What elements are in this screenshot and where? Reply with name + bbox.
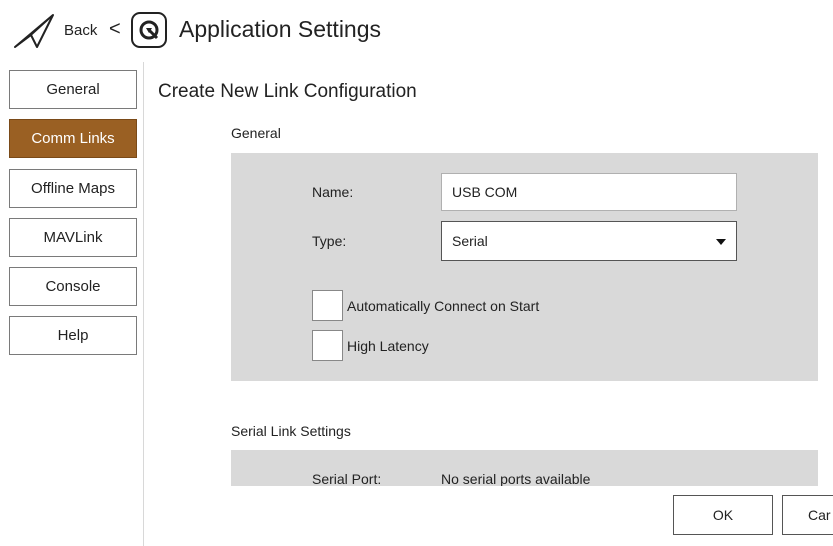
sidebar: General Comm Links Offline Maps MAVLink …: [0, 62, 144, 546]
sidebar-item-mavlink[interactable]: MAVLink: [9, 218, 137, 257]
general-settings-panel: Name: Type: Serial Automatically Connect…: [231, 153, 818, 381]
type-select-value: Serial: [452, 233, 488, 249]
paper-plane-icon[interactable]: [13, 13, 55, 49]
back-chevron-icon[interactable]: <: [109, 18, 121, 41]
type-select[interactable]: Serial: [441, 221, 737, 261]
serial-port-value: No serial ports available: [441, 471, 591, 486]
header-bar: Back < Application Settings: [0, 0, 833, 62]
sidebar-item-comm-links[interactable]: Comm Links: [9, 119, 137, 158]
serial-section-label: Serial Link Settings: [231, 423, 351, 439]
page-title: Create New Link Configuration: [158, 81, 417, 102]
qgc-logo-icon: [131, 12, 167, 48]
back-button[interactable]: Back: [64, 22, 97, 39]
general-section-label: General: [231, 125, 281, 141]
auto-connect-checkbox[interactable]: [312, 290, 343, 321]
auto-connect-label[interactable]: Automatically Connect on Start: [347, 298, 539, 314]
sidebar-item-general[interactable]: General: [9, 70, 137, 109]
name-label: Name:: [312, 184, 354, 200]
sidebar-item-console[interactable]: Console: [9, 267, 137, 306]
name-input[interactable]: [441, 173, 737, 211]
cancel-button[interactable]: Car: [782, 495, 833, 535]
high-latency-label[interactable]: High Latency: [347, 338, 429, 354]
app-title: Application Settings: [179, 16, 382, 42]
high-latency-checkbox[interactable]: [312, 330, 343, 361]
type-label: Type:: [312, 233, 347, 249]
serial-settings-panel: Serial Port: No serial ports available: [231, 450, 818, 486]
dropdown-arrow-icon: [716, 239, 726, 245]
ok-button[interactable]: OK: [673, 495, 773, 535]
sidebar-item-help[interactable]: Help: [9, 316, 137, 355]
serial-port-label: Serial Port:: [312, 471, 382, 486]
sidebar-item-offline-maps[interactable]: Offline Maps: [9, 169, 137, 208]
